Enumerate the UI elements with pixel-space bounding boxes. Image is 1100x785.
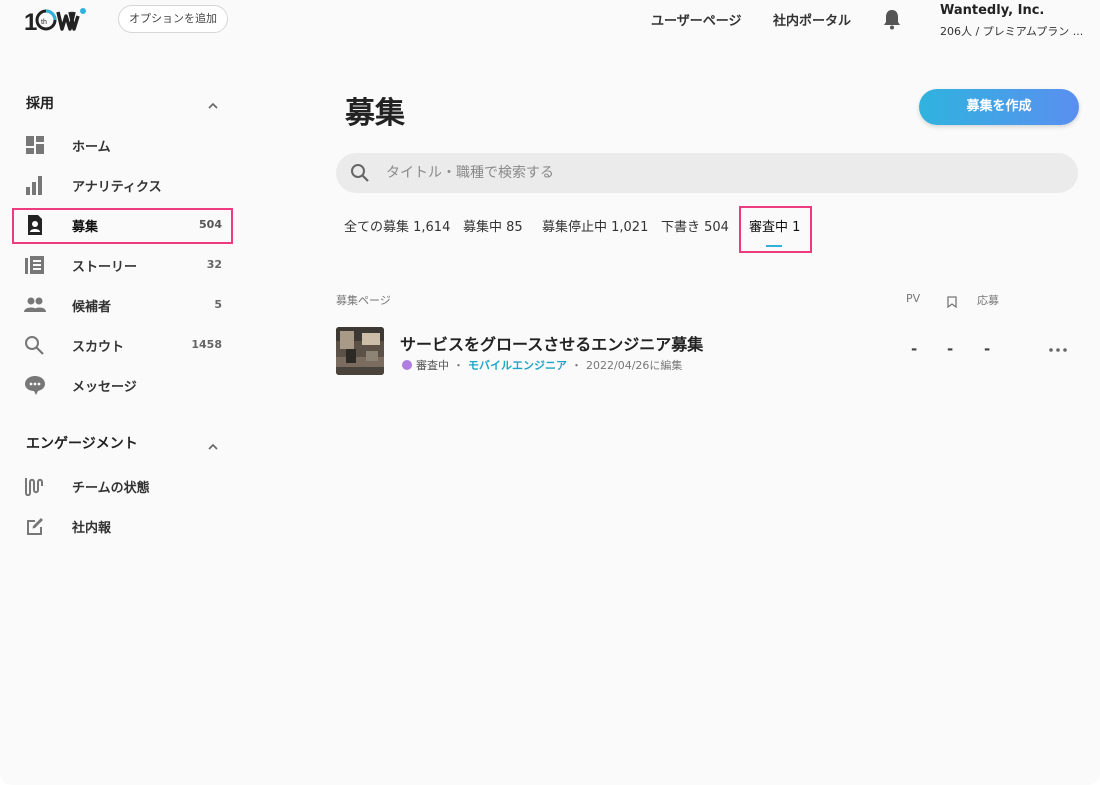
- sidebar-item-newsletter[interactable]: 社内報: [12, 508, 232, 544]
- svg-text:1: 1: [24, 9, 37, 34]
- column-header-pv: PV: [906, 292, 921, 305]
- tab-stopped[interactable]: 募集停止中 1,021: [542, 216, 648, 235]
- search-input[interactable]: [386, 153, 1066, 193]
- chat-icon: [24, 375, 46, 395]
- sidebar-item-label: ホーム: [72, 140, 111, 155]
- brand-logo[interactable]: 1 th: [24, 4, 88, 34]
- edited-date: 2022/04/26に編集: [586, 359, 683, 372]
- company-plan: 206人 / プレミアムプラン ...: [940, 25, 1084, 38]
- highlight-frame-jobs: [12, 208, 233, 244]
- sidebar-item-home[interactable]: ホーム: [12, 127, 232, 163]
- svg-text:th: th: [41, 19, 47, 26]
- page-title: 募集: [345, 96, 405, 131]
- app-window: 1 th オプションを追加 ユーザーページ 社内ポータル Wantedly, I…: [0, 0, 1100, 785]
- sidebar-item-label: アナリティクス: [72, 180, 162, 195]
- bookmark-icon: [947, 293, 957, 309]
- sidebar-item-count: 32: [206, 258, 222, 271]
- dashboard-icon: [24, 135, 46, 155]
- sidebar-item-team-status[interactable]: チームの状態: [12, 468, 232, 504]
- column-header-applies: 応募: [977, 294, 999, 307]
- tab-all[interactable]: 全ての募集 1,614: [344, 216, 450, 235]
- tab-draft[interactable]: 下書き 504: [661, 216, 729, 235]
- sidebar-item-label: メッセージ: [72, 380, 137, 395]
- recruit-section-heading: 採用: [26, 96, 54, 112]
- sidebar-item-label: スカウト: [72, 340, 125, 355]
- sidebar-item-scout[interactable]: スカウト 1458: [12, 327, 232, 363]
- portal-link[interactable]: 社内ポータル: [773, 10, 851, 29]
- add-option-button[interactable]: オプションを追加: [118, 5, 228, 33]
- engagement-section-heading: エンゲージメント: [26, 436, 138, 452]
- create-job-button[interactable]: 募集を作成: [919, 89, 1079, 125]
- column-header-page: 募集ページ: [336, 294, 391, 307]
- search-icon: [350, 163, 370, 183]
- story-icon: [24, 255, 46, 275]
- sidebar-item-label: 社内報: [72, 521, 112, 536]
- wave-icon: [24, 476, 46, 497]
- user-page-link[interactable]: ユーザーページ: [651, 10, 741, 29]
- tab-open[interactable]: 募集中 85: [463, 216, 523, 235]
- separator: ・: [571, 359, 582, 372]
- job-thumbnail[interactable]: [336, 327, 384, 375]
- search-bar[interactable]: [336, 153, 1078, 193]
- sidebar-item-candidates[interactable]: 候補者 5: [12, 287, 232, 323]
- sidebar-item-count: 1458: [191, 338, 222, 351]
- company-name[interactable]: Wantedly, Inc.: [940, 3, 1044, 18]
- pv-value: -: [911, 340, 918, 358]
- chevron-up-icon[interactable]: [206, 439, 220, 453]
- more-options-icon[interactable]: [1048, 342, 1068, 358]
- sidebar-item-label: チームの状態: [72, 481, 150, 496]
- sidebar-item-analytics[interactable]: アナリティクス: [12, 167, 232, 203]
- status-badge: 審査中: [416, 359, 449, 372]
- bell-icon[interactable]: [882, 8, 902, 30]
- bar-chart-icon: [24, 175, 46, 195]
- job-category-link[interactable]: モバイルエンジニア: [468, 359, 567, 372]
- separator: ・: [453, 359, 464, 372]
- bookmark-value: -: [947, 340, 954, 358]
- sidebar-item-messages[interactable]: メッセージ: [12, 367, 232, 403]
- applies-value: -: [984, 340, 991, 358]
- edit-icon: [24, 516, 46, 536]
- search-icon: [24, 335, 46, 355]
- sidebar-item-label: 候補者: [72, 300, 112, 315]
- chevron-up-icon[interactable]: [206, 98, 220, 112]
- sidebar-item-label: ストーリー: [72, 260, 138, 275]
- sidebar-item-stories[interactable]: ストーリー 32: [12, 247, 232, 283]
- job-meta: 審査中・モバイルエンジニア・ 2022/04/26に編集: [402, 357, 682, 373]
- job-title[interactable]: サービスをグロースさせるエンジニア募集: [400, 331, 703, 355]
- people-icon: [24, 295, 46, 315]
- sidebar-item-count: 5: [214, 298, 222, 311]
- highlight-frame-tab: [739, 206, 812, 253]
- top-bar: 1 th オプションを追加 ユーザーページ 社内ポータル Wantedly, I…: [0, 0, 1100, 40]
- status-dot: [402, 360, 412, 370]
